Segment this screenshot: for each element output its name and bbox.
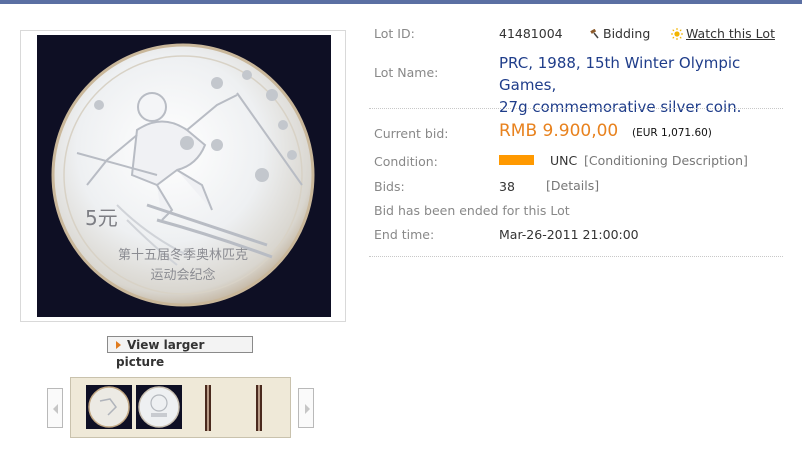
lot-name-line-2: 27g commemorative silver coin.: [499, 98, 742, 116]
end-time-label: End time:: [374, 227, 435, 242]
chevron-left-icon: [53, 404, 58, 414]
coin-obverse-thumb-image: [136, 385, 182, 429]
lot-id-value: 41481004: [499, 26, 563, 41]
condition-bar: [499, 155, 534, 165]
condition-label: Condition:: [374, 154, 438, 169]
thumbnail-coin-edge-2[interactable]: [256, 385, 262, 431]
coin-photo[interactable]: 5元 第十五届冬季奥林匹克 运动会纪念: [37, 35, 331, 317]
lot-name-line-1: PRC, 1988, 15th Winter Olympic Games,: [499, 54, 741, 94]
lot-id-label: Lot ID:: [374, 26, 415, 41]
watch-lot-link[interactable]: Watch this Lot: [671, 26, 775, 41]
current-bid-eur: (EUR 1,071.60): [632, 127, 712, 139]
divider: [369, 108, 783, 109]
coin-inscription-1: 第十五届冬季奥林匹克: [118, 247, 248, 263]
top-bar: [0, 0, 802, 4]
gavel-icon: [590, 29, 599, 39]
coin-edge-thumb-image: [256, 385, 262, 431]
sun-icon: [671, 28, 683, 40]
thumbnail-next-button[interactable]: [298, 388, 314, 428]
thumbnail-coin-reverse[interactable]: [86, 385, 132, 429]
chevron-right-icon: [305, 404, 310, 414]
play-arrow-icon: [116, 341, 121, 349]
bids-value: 38: [499, 179, 515, 194]
current-bid-label: Current bid:: [374, 126, 449, 141]
main-image-frame: 5元 第十五届冬季奥林匹克 运动会纪念: [20, 30, 346, 322]
bidding-status: Bidding: [590, 26, 650, 41]
current-bid-value: RMB 9.900,00: [499, 121, 619, 141]
watch-lot-label: Watch this Lot: [686, 26, 775, 41]
bid-details-link[interactable]: [Details]: [546, 178, 599, 193]
coin-image: 5元 第十五届冬季奥林匹克 运动会纪念: [37, 35, 331, 317]
bidding-label: Bidding: [603, 26, 651, 41]
lot-name-label: Lot Name:: [374, 65, 439, 80]
conditioning-description-link[interactable]: [Conditioning Description]: [584, 153, 748, 168]
end-time-value: Mar-26-2011 21:00:00: [499, 227, 639, 242]
thumbnail-prev-button[interactable]: [47, 388, 63, 428]
coin-inscription-2: 运动会纪念: [150, 267, 215, 283]
condition-value: UNC: [550, 153, 578, 168]
coin-reverse-thumb-image: [86, 385, 132, 429]
divider: [369, 256, 783, 257]
thumbnail-coin-obverse[interactable]: [136, 385, 182, 429]
thumbnail-strip: [70, 377, 291, 438]
thumbnail-coin-edge-1[interactable]: [205, 385, 211, 431]
view-larger-picture-button[interactable]: View larger picture: [107, 336, 253, 369]
bids-label: Bids:: [374, 179, 405, 194]
bid-ended-message: Bid has been ended for this Lot: [374, 203, 570, 218]
view-larger-label: View larger picture: [116, 338, 205, 369]
coin-edge-thumb-image: [205, 385, 211, 431]
coin-denomination: 5元: [85, 206, 118, 230]
